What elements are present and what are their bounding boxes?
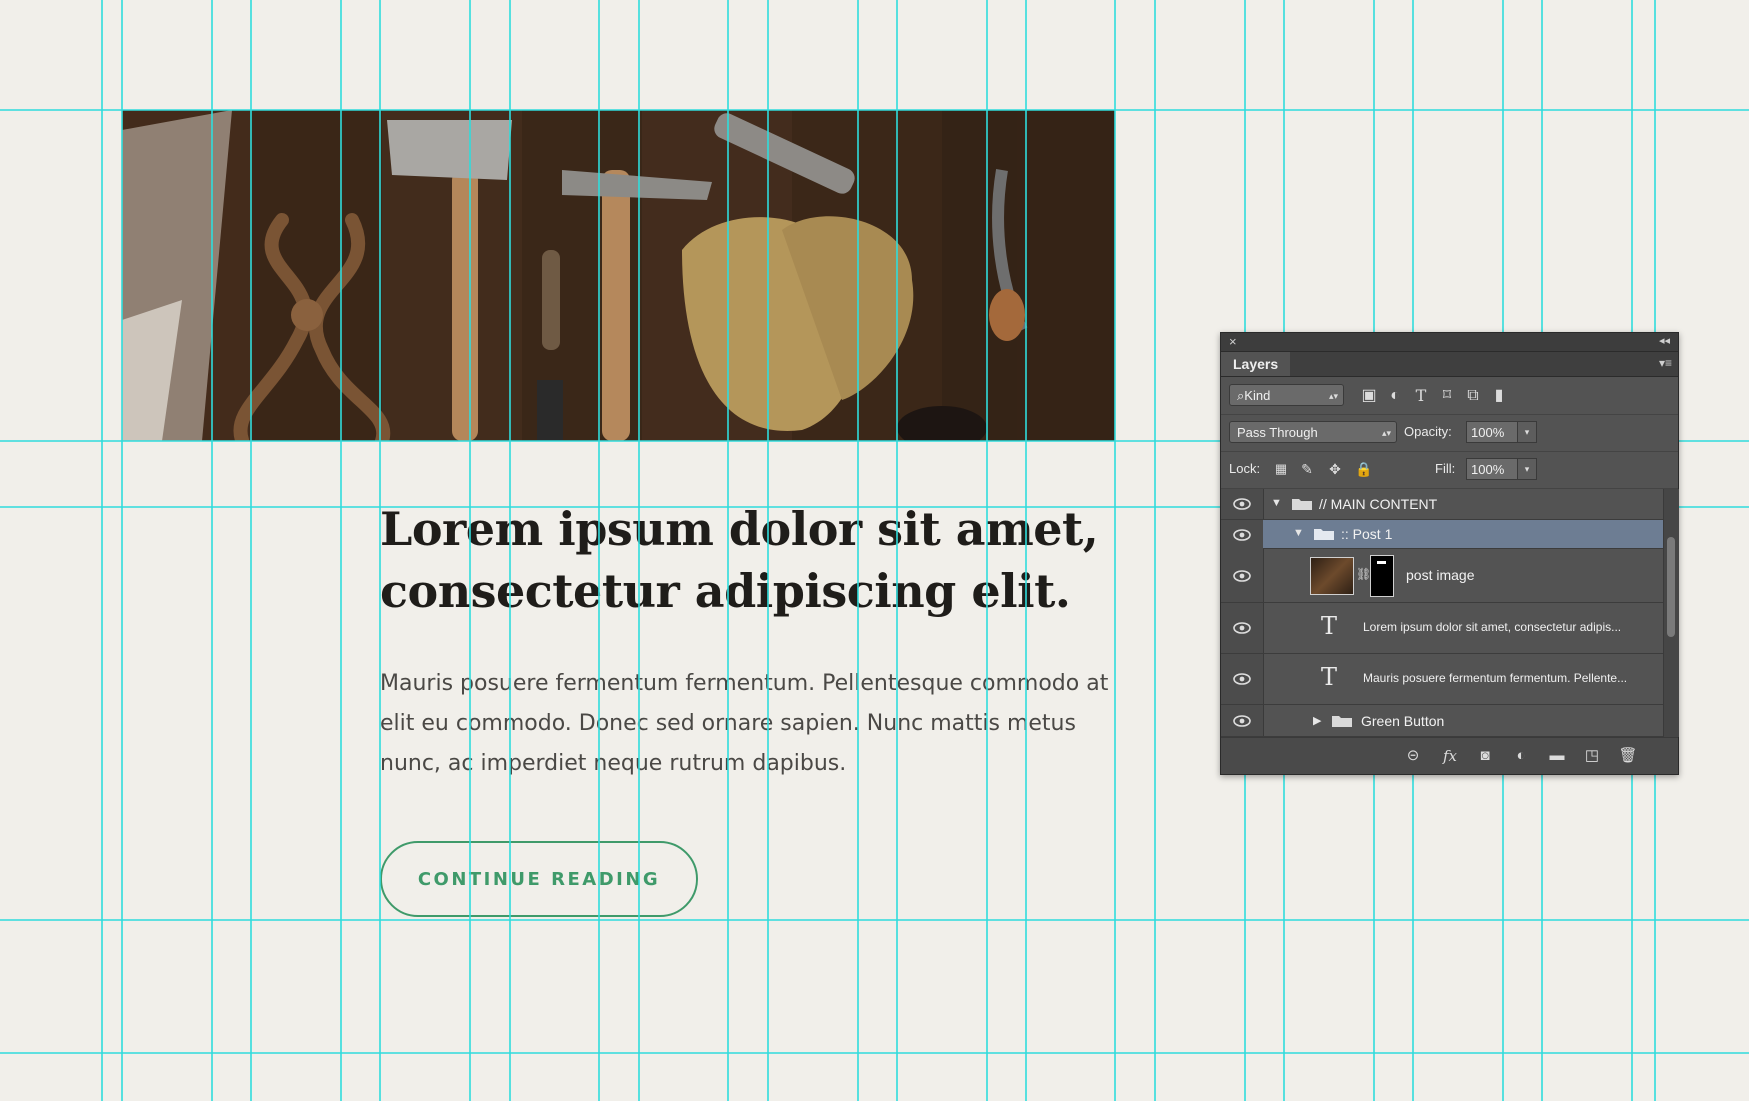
adjustment-filter-icon[interactable]: ◐ [1385, 386, 1405, 406]
layer-body-text[interactable]: T Mauris posuere fermentum fermentum. Pe… [1221, 654, 1663, 705]
image-filter-icon[interactable]: ▣ [1359, 386, 1379, 406]
scrollbar-thumb[interactable] [1667, 537, 1675, 637]
filter-row: ⌕Kind ▴▾ ▣ ◐ T ⌑ ⧉ ▮ [1221, 377, 1678, 415]
folder-icon [1332, 716, 1352, 727]
collapse-icon[interactable]: ◂◂ [1659, 334, 1670, 347]
layer-headline-text[interactable]: T Lorem ipsum dolor sit amet, consectetu… [1221, 603, 1663, 654]
type-filter-icon[interactable]: T [1411, 386, 1431, 406]
fill-input[interactable]: 100% [1466, 458, 1518, 480]
lock-transparent-icon[interactable]: ▦ [1271, 459, 1291, 479]
eye-icon[interactable] [1233, 497, 1251, 511]
smart-object-filter-icon[interactable]: ⧉ [1463, 386, 1483, 406]
layer-name: // MAIN CONTENT [1319, 496, 1438, 512]
collapse-triangle-icon[interactable]: ▶ [1313, 714, 1321, 727]
eye-icon[interactable] [1233, 714, 1251, 728]
layers-panel: × ◂◂ Layers ▾≡ ⌕Kind ▴▾ ▣ ◐ T ⌑ ⧉ ▮ Pass… [1220, 332, 1679, 775]
eye-icon[interactable] [1233, 672, 1251, 686]
design-canvas: Lorem ipsum dolor sit amet, consectetur … [0, 0, 1749, 1101]
panel-menu-icon[interactable]: ▾≡ [1659, 356, 1672, 370]
fill-dropdown-icon[interactable]: ▾ [1517, 458, 1537, 480]
adjustment-layer-icon[interactable]: ◐ [1511, 746, 1531, 766]
shape-filter-icon[interactable]: ⌑ [1437, 386, 1457, 406]
blend-mode-select[interactable]: Pass Through ▴▾ [1229, 421, 1397, 443]
folder-icon [1292, 499, 1312, 510]
layer-thumbnail [1310, 557, 1354, 595]
filter-toggle-icon[interactable]: ▮ [1489, 386, 1509, 406]
new-group-icon[interactable]: ▬ [1547, 746, 1567, 766]
tools-photo [122, 110, 1115, 441]
trash-icon[interactable]: 🗑 [1618, 746, 1638, 766]
panel-footer: ⊝ fx ◙ ◐ ▬ ◳ 🗑 [1221, 737, 1678, 774]
layer-post-image[interactable]: ⛓ post image [1221, 549, 1663, 603]
layer-post-1[interactable]: ▼ :: Post 1 [1263, 520, 1663, 549]
post-image [122, 110, 1115, 441]
expand-triangle-icon[interactable]: ▼ [1293, 527, 1304, 539]
post-excerpt: Mauris posuere fermentum fermentum. Pell… [380, 671, 1109, 776]
lock-brush-icon[interactable]: ✎ [1297, 459, 1317, 479]
opacity-dropdown-icon[interactable]: ▾ [1517, 421, 1537, 443]
opacity-input[interactable]: 100% [1466, 421, 1518, 443]
chain-link-icon[interactable]: ⛓ [1356, 567, 1371, 581]
blend-row: Pass Through ▴▾ Opacity: 100% ▾ [1221, 414, 1678, 452]
opacity-label: Opacity: [1404, 424, 1452, 439]
panel-tabs: Layers ▾≡ [1221, 352, 1678, 377]
continue-reading-button[interactable]: CONTINUE READING [380, 841, 698, 917]
lock-position-icon[interactable]: ✥ [1325, 459, 1345, 479]
tab-layers[interactable]: Layers [1221, 352, 1291, 376]
eye-icon[interactable] [1233, 528, 1251, 542]
text-layer-icon: T [1321, 612, 1338, 640]
folder-icon [1314, 529, 1334, 540]
layers-scrollbar[interactable] [1663, 489, 1679, 737]
text-layer-icon: T [1321, 663, 1338, 691]
add-mask-icon[interactable]: ◙ [1475, 746, 1495, 766]
layer-name: :: Post 1 [1341, 526, 1393, 542]
lock-all-icon[interactable]: 🔒 [1354, 459, 1374, 479]
layers-list: ▼ // MAIN CONTENT ▼ :: Post 1 ⛓ post ima… [1221, 489, 1663, 737]
lock-row: Lock: ▦ ✎ ✥ 🔒 Fill: 100% ▾ [1221, 451, 1678, 489]
expand-triangle-icon[interactable]: ▼ [1271, 497, 1282, 509]
layer-name: Mauris posuere fermentum fermentum. Pell… [1363, 671, 1628, 685]
eye-icon[interactable] [1233, 621, 1251, 635]
link-layers-icon[interactable]: ⊝ [1403, 746, 1423, 766]
panel-titlebar: × ◂◂ [1221, 333, 1678, 352]
close-icon[interactable]: × [1229, 334, 1237, 349]
fx-icon[interactable]: fx [1440, 746, 1460, 766]
new-layer-icon[interactable]: ◳ [1582, 746, 1602, 766]
eye-icon[interactable] [1233, 569, 1251, 583]
lock-label: Lock: [1229, 461, 1261, 476]
select-arrow-icon: ▴▾ [1381, 428, 1391, 438]
layer-main-content[interactable]: ▼ // MAIN CONTENT [1221, 489, 1663, 520]
layer-name: Green Button [1361, 713, 1445, 729]
blend-mode-value: Pass Through [1237, 425, 1318, 440]
layer-green-button[interactable]: ▶ Green Button [1221, 705, 1663, 737]
fill-label: Fill: [1435, 461, 1456, 476]
layer-name: post image [1406, 567, 1475, 583]
post-headline: Lorem ipsum dolor sit amet, consectetur … [380, 502, 1099, 618]
kind-filter-label: Kind [1244, 388, 1271, 403]
layer-name: Lorem ipsum dolor sit amet, consectetur … [1363, 620, 1622, 634]
select-arrow-icon: ▴▾ [1328, 391, 1338, 401]
layer-mask-thumbnail [1370, 555, 1394, 597]
kind-filter-select[interactable]: ⌕Kind ▴▾ [1229, 384, 1344, 406]
